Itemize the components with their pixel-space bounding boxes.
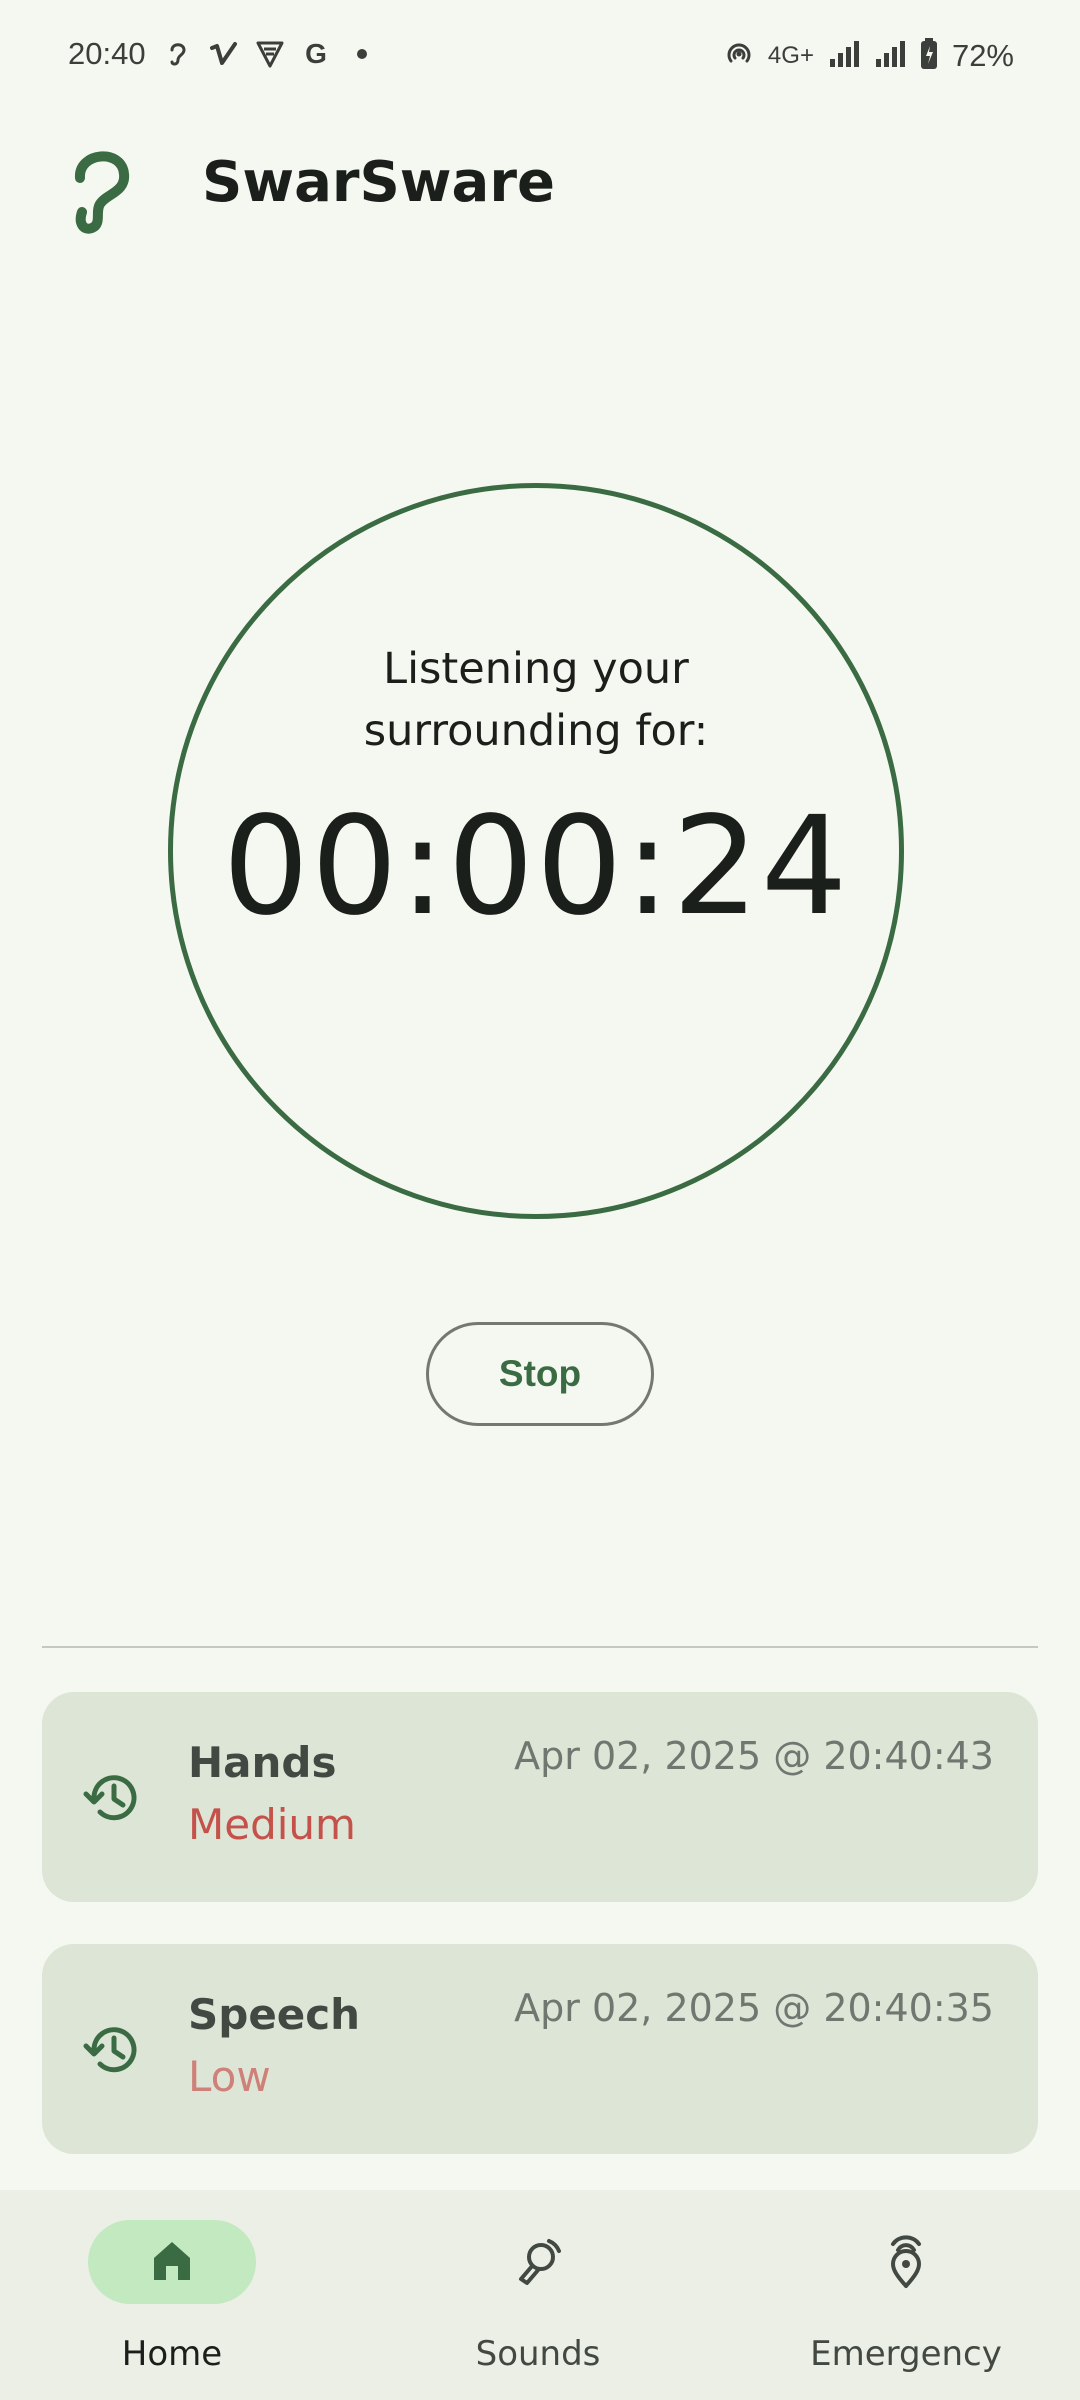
divider <box>42 1646 1038 1648</box>
nav-label-sounds: Sounds <box>475 2334 601 2374</box>
status-time: 20:40 <box>68 36 146 71</box>
event-level: Low <box>188 2052 271 2101</box>
event-name: Speech <box>188 1990 361 2039</box>
nav-item-sounds[interactable]: Sounds <box>408 2190 668 2400</box>
status-bar: 20:40 G 4G+ 72% <box>0 0 1080 116</box>
bottom-nav: Home Sounds Emergency <box>0 2190 1080 2400</box>
stop-button[interactable]: Stop <box>426 1322 654 1426</box>
ear-icon <box>64 140 138 236</box>
nav-item-emergency[interactable]: Emergency <box>776 2190 1036 2400</box>
signal-icon-2 <box>874 39 906 73</box>
event-card[interactable]: Speech Low Apr 02, 2025 @ 20:40:35 <box>42 1944 1038 2154</box>
hotspot-icon <box>724 39 754 73</box>
notification-icons: G <box>162 38 378 70</box>
network-type: 4G+ <box>767 42 814 69</box>
emergency-location-icon <box>879 2230 933 2294</box>
system-status: 4G+ 72% <box>724 38 1014 74</box>
signal-icon <box>828 39 860 73</box>
nav-active-indicator <box>88 2220 256 2304</box>
nav-label-home: Home <box>121 2334 223 2374</box>
event-timestamp: Apr 02, 2025 @ 20:40:43 <box>514 1734 994 1778</box>
event-name: Hands <box>188 1738 337 1787</box>
timer-caption: Listening your surrounding for: <box>173 638 899 762</box>
history-icon <box>82 2020 142 2080</box>
home-icon <box>148 2236 196 2288</box>
nav-item-home[interactable]: Home <box>42 2190 302 2400</box>
event-timestamp: Apr 02, 2025 @ 20:40:35 <box>514 1986 994 2030</box>
sounds-icon <box>511 2233 565 2291</box>
battery-icon <box>920 38 938 74</box>
vimeo-icon <box>208 38 240 70</box>
event-card[interactable]: Hands Medium Apr 02, 2025 @ 20:40:43 <box>42 1692 1038 1902</box>
nav-label-emergency: Emergency <box>810 2334 1002 2374</box>
listening-timer: Listening your surrounding for: 00:00:24 <box>168 483 904 1219</box>
vpn-icon <box>254 38 286 70</box>
battery-percent: 72% <box>951 38 1014 73</box>
timer-caption-line1: Listening your <box>383 644 689 694</box>
event-level: Medium <box>188 1800 356 1849</box>
history-icon <box>82 1768 142 1828</box>
timer-value: 00:00:24 <box>222 788 850 946</box>
timer-caption-line2: surrounding for: <box>363 706 709 756</box>
google-icon: G <box>305 38 327 69</box>
dot-icon <box>346 38 378 70</box>
ear-icon <box>162 38 194 70</box>
app-title: SwarSware <box>202 150 555 215</box>
